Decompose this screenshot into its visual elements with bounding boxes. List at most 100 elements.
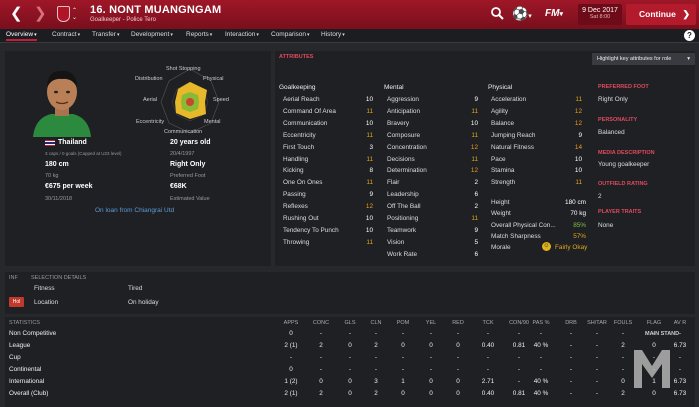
attr-physical-label: Stamina [491,167,515,175]
stat-cell: - [486,365,490,373]
attr-mental-value: 12 [470,143,478,151]
stat-column-header[interactable]: GLS [340,320,360,326]
personality: Balanced [598,129,625,136]
stat-cell: 2 [319,341,323,349]
attr-goalkeeping-value: 10 [365,226,373,234]
attr-mental-label: Flair [387,179,400,187]
rating-title: OUTFIELD RATING [598,181,648,187]
location-value: On holiday [128,299,159,306]
attr-mental-value: 2 [474,203,478,211]
attr-mental-label: Composure [387,131,421,139]
search-icon[interactable] [490,6,504,20]
back-icon[interactable]: ❮ [10,6,23,22]
highlight-role-dropdown[interactable]: Highlight key attributes for role ▾ [592,53,695,65]
stat-cell: 0 [456,389,460,397]
stat-cell: - [456,365,460,373]
fitness-value: Tired [128,285,143,292]
stat-cell: - [595,377,599,385]
nation[interactable]: Thailand [58,139,87,146]
attr-physical-value: 9 [578,131,582,139]
stat-row-label: Non Competitive [9,330,57,337]
attr-mental-label: Work Rate [387,250,418,258]
attr-goalkeeping-value: 10 [365,119,373,127]
stat-column-header[interactable]: POM [393,320,413,326]
attr-goalkeeping-label: First Touch [283,143,315,151]
continue-button[interactable]: Continue ❯ [626,4,696,25]
tab-interaction[interactable]: Interaction▾ [225,31,259,38]
stat-cell: 0.40 [481,341,495,349]
stat-cell: 40 % [533,341,549,349]
stat-cell: 0 [319,377,323,385]
top-bar: ❮ ❯ ⌃ ⌄ 16. NONT MUANGNGAM Goalkeeper - P… [0,0,699,29]
stat-column-header[interactable]: PAS % [531,320,551,326]
stat-row-label: International [9,377,45,385]
stat-column-header[interactable]: FLAG [644,320,664,326]
attr-goalkeeping-value: 11 [366,131,373,139]
tab-transfer[interactable]: Transfer▾ [92,31,119,38]
extra-value: 85% [573,222,586,229]
preferred-foot-title: PREFERRED FOOT [598,84,649,90]
attr-goalkeeping-label: Kicking [283,167,304,175]
stat-cell: 0 [456,341,460,349]
stat-row-label: Overall (Club) [9,389,49,397]
attr-mental-value: 9 [474,96,478,103]
stat-cell: - [539,353,543,361]
goalkeeping-title: Goalkeeping [279,84,316,91]
attr-physical-value: 10 [574,167,582,175]
date-display[interactable]: 9 Dec 2017 Sat 8:00 [578,4,622,25]
stat-cell: 0 [401,341,405,349]
extra-label: Weight [491,210,511,217]
continue-arrow-icon: ❯ [682,9,690,19]
football-menu-icon[interactable]: ⚽▾ [512,6,534,22]
stat-column-header[interactable]: CONC [311,320,331,326]
stat-cell: 2 (1) [284,389,298,397]
stat-column-header[interactable]: DRB [561,320,581,326]
stat-column-header[interactable]: SH/TAR [587,320,607,326]
club-crest[interactable] [57,6,70,22]
stat-cell: - [569,330,573,337]
loan-link[interactable]: On loan from Chiangrai Utd [95,207,174,214]
attr-mental-label: Determination [387,167,427,175]
contract-end: 30/11/2018 [45,196,73,202]
tab-development[interactable]: Development▾ [131,31,173,38]
stat-row-label: Cup [9,353,21,361]
attr-goalkeeping-value: 9 [369,191,373,199]
stat-column-header[interactable]: AV R [670,320,690,326]
forward-icon[interactable]: ❯ [34,6,47,22]
stat-cell: - [569,365,573,373]
stat-cell: 0 [652,389,656,397]
tab-contract[interactable]: Contract▾ [52,31,80,38]
attr-mental-label: Positioning [387,215,419,222]
stat-column-header[interactable]: TCK [478,320,498,326]
fitness-label: Fitness [34,285,55,292]
stat-cell: - [456,353,460,361]
stat-cell: 1 [401,377,405,385]
physical-title: Physical [488,84,513,91]
stat-column-header[interactable]: RED [448,320,468,326]
stat-cell: - [595,353,599,361]
stat-cell: 0 [348,389,352,397]
help-icon[interactable]: ? [684,30,695,41]
fm-menu[interactable]: FM▾ [545,8,563,19]
tab-history[interactable]: History▾ [321,31,345,38]
club-dropdown-icon[interactable]: ⌃ ⌄ [72,7,77,21]
stat-column-header[interactable]: CLN [366,320,386,326]
profile-panel: Thailand 3 caps / 0 goals (Capped at U23… [5,51,271,266]
preferred-foot-label: Preferred Foot [170,173,206,179]
stat-column-header[interactable]: APPS [281,320,301,326]
stat-column-header[interactable]: YEL [421,320,441,326]
attr-physical-value: 12 [574,119,582,127]
tab-overview[interactable]: Overview▾ [6,31,37,41]
player-traits: None [598,222,614,229]
stat-cell: 0 [348,377,352,385]
extra-value: 70 kg [570,210,586,217]
tab-reports[interactable]: Reports▾ [186,31,212,38]
selection-title: SELECTION DETAILS [31,275,87,281]
attr-goalkeeping-label: Reflexes [283,203,308,211]
traits-title: PLAYER TRAITS [598,209,642,215]
stat-cell: - [569,341,573,349]
stat-column-header[interactable]: CON/90 [509,320,529,326]
stat-column-header[interactable]: FOULS [613,320,633,326]
attr-mental-value: 2 [474,179,478,187]
tab-comparison[interactable]: Comparison▾ [271,31,310,38]
